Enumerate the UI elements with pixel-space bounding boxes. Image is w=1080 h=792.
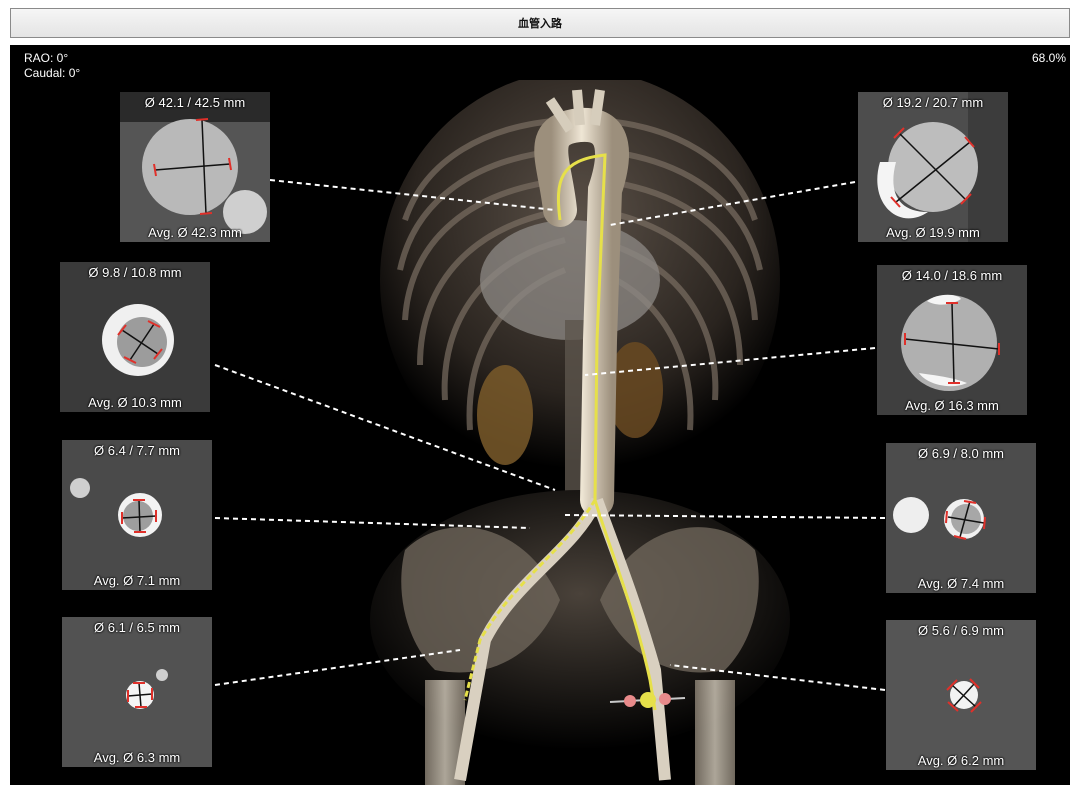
- cross-section-panel-left-upper[interactable]: Ø 9.8 / 10.8 mm Avg. Ø 10.3 mm: [60, 262, 210, 412]
- diameter-label: Ø 14.0 / 18.6 mm: [901, 268, 1003, 283]
- cross-section-panel-left-mid[interactable]: Ø 6.4 / 7.7 mm Avg. Ø 7.1 mm: [62, 440, 212, 590]
- rao-angle: RAO: 0°: [24, 51, 69, 65]
- cross-section-image: [62, 617, 212, 767]
- cross-section-panel-aorta-ascending[interactable]: Ø 42.1 / 42.5 mm Avg. Ø 42.3 mm: [120, 92, 270, 242]
- diameter-label: Ø 42.1 / 42.5 mm: [144, 95, 246, 110]
- 3d-vessel-viewer[interactable]: RAO: 0° Caudal: 0° 68.0% Ø 42.1 / 42.5 m…: [10, 45, 1070, 785]
- window-title: 血管入路: [518, 17, 562, 30]
- cross-section-panel-right-low[interactable]: Ø 5.6 / 6.9 mm Avg. Ø 6.2 mm: [886, 620, 1036, 770]
- average-diameter-label: Avg. Ø 16.3 mm: [905, 398, 999, 413]
- orientation-readout: RAO: 0° Caudal: 0°: [24, 51, 80, 81]
- diameter-label: Ø 9.8 / 10.8 mm: [88, 265, 182, 280]
- cross-section-panel-right-mid[interactable]: Ø 6.9 / 8.0 mm Avg. Ø 7.4 mm: [886, 443, 1036, 593]
- average-diameter-label: Avg. Ø 7.1 mm: [93, 573, 181, 588]
- diameter-label: Ø 6.1 / 6.5 mm: [94, 620, 180, 635]
- average-diameter-label: Avg. Ø 19.9 mm: [886, 225, 980, 240]
- average-diameter-label: Avg. Ø 6.2 mm: [917, 753, 1005, 768]
- cross-section-image: [62, 440, 212, 590]
- caudal-angle: Caudal: 0°: [24, 66, 81, 80]
- cross-section-image: [60, 262, 210, 412]
- cross-section-panel-aorta-descending[interactable]: Ø 19.2 / 20.7 mm Avg. Ø 19.9 mm: [858, 92, 1008, 242]
- zoom-level: 68.0%: [1031, 51, 1066, 65]
- cross-section-panel-left-low[interactable]: Ø 6.1 / 6.5 mm Avg. Ø 6.3 mm: [62, 617, 212, 767]
- average-diameter-label: Avg. Ø 42.3 mm: [148, 225, 242, 240]
- average-diameter-label: Avg. Ø 6.3 mm: [93, 750, 181, 765]
- vascular-volume-render[interactable]: [365, 80, 795, 785]
- diameter-label: Ø 19.2 / 20.7 mm: [882, 95, 984, 110]
- diameter-label: Ø 5.6 / 6.9 mm: [918, 623, 1004, 638]
- left-femur: [695, 680, 735, 785]
- cross-section-panel-right-upper[interactable]: Ø 14.0 / 18.6 mm Avg. Ø 16.3 mm: [877, 265, 1027, 415]
- cross-section-image: [877, 265, 1027, 415]
- average-diameter-label: Avg. Ø 7.4 mm: [917, 576, 1005, 591]
- average-diameter-label: Avg. Ø 10.3 mm: [88, 395, 182, 410]
- diameter-label: Ø 6.4 / 7.7 mm: [94, 443, 180, 458]
- diameter-label: Ø 6.9 / 8.0 mm: [918, 446, 1004, 461]
- cross-section-image: [886, 443, 1036, 593]
- cross-section-image: [858, 92, 1008, 242]
- cross-section-image: [120, 92, 270, 242]
- right-kidney: [477, 365, 533, 465]
- window-title-bar: 血管入路: [10, 8, 1070, 38]
- cross-section-image: [886, 620, 1036, 770]
